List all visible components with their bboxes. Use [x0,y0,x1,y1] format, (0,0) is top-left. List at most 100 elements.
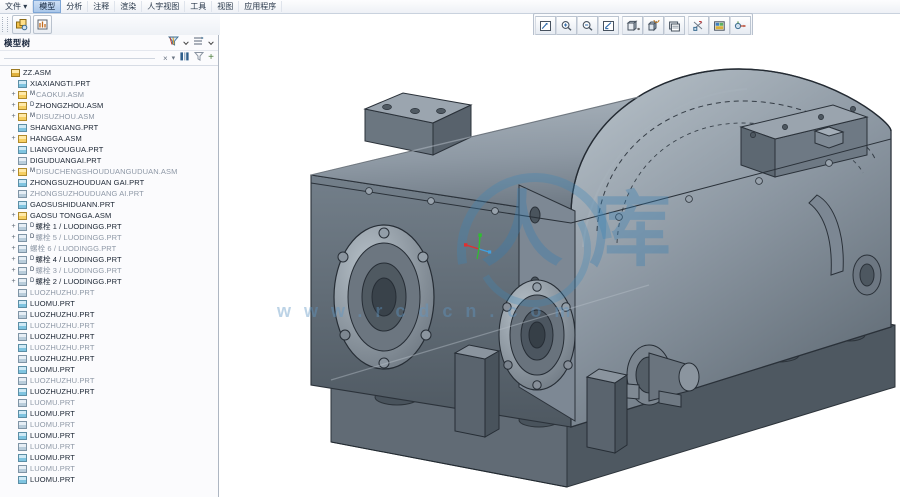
menu-item-file[interactable]: 文件 ▾ [0,1,34,12]
tree-item[interactable]: SHANGXIANG.PRT [0,122,218,133]
model-tree-title: 模型树 [4,37,31,48]
datum-display-icon[interactable] [688,16,709,35]
menu-item-model[interactable]: 模型 [33,0,62,13]
chevron-down-icon-settings[interactable] [208,37,214,49]
tree-filters-icon[interactable] [167,35,180,50]
tree-item-badge: D [30,278,35,284]
tree-item[interactable]: + D 螺栓 5 / LUODINGG.PRT [0,232,218,243]
expander-icon[interactable]: + [9,134,18,143]
tree-item[interactable]: + D ZHONGZHOU.ASM [0,100,218,111]
tree-item-label: LUOZHUZHU.PRT [30,386,95,396]
tree-item[interactable]: LUOMU.PRT [0,463,218,474]
tree-item[interactable]: LUOZHUZHU.PRT [0,375,218,386]
tree-item[interactable]: LUOZHUZHU.PRT [0,353,218,364]
graphics-window[interactable]: 人库 www.rcdcn.com [219,35,900,504]
chevron-down-icon[interactable]: ▾ [172,54,176,62]
expander-icon[interactable]: + [9,101,18,110]
part-icon [18,145,27,154]
tree-item[interactable]: LUOZHUZHU.PRT [0,309,218,320]
expander-icon[interactable]: + [9,233,18,242]
tree-item[interactable]: + 螺栓 6 / LUODINGG.PRT [0,243,218,254]
tree-item[interactable]: LUOZHUZHU.PRT [0,331,218,342]
chevron-down-icon-filters[interactable] [183,37,189,49]
menu-item-tools[interactable]: 工具 [185,1,213,12]
tree-item[interactable]: DIGUDUANGAI.PRT [0,155,218,166]
component-icon[interactable] [12,15,31,34]
toolbar-grip[interactable] [2,17,8,32]
funnel-icon[interactable] [194,51,205,65]
expander-icon[interactable]: + [9,112,18,121]
zoom-in-icon[interactable] [556,16,577,35]
expander-icon[interactable]: + [9,255,18,264]
menu-item-view[interactable]: 视图 [212,1,240,12]
expander-icon[interactable]: + [9,266,18,275]
zoom-out-icon[interactable] [577,16,598,35]
model-tree[interactable]: ZZ.ASM XIAXIANGTI.PRT + M CAOKUI.ASM + D ZHONGZ… [0,65,218,497]
add-icon[interactable]: + [208,53,214,63]
tree-item-label: LUOMU.PRT [30,419,75,429]
part-icon [18,354,27,363]
tree-item[interactable]: LUOMU.PRT [0,430,218,441]
part-icon [18,288,27,297]
tree-item[interactable]: + M DISUCHENGSHOUDUANGUDUAN.ASM [0,166,218,177]
tree-item[interactable]: + D 螺栓 4 / LUODINGG.PRT [0,254,218,265]
menu-item-render[interactable]: 渲染 [115,1,143,12]
part-icon [18,189,27,198]
repaint-icon[interactable] [598,16,619,35]
expander-icon[interactable]: + [9,167,18,176]
tree-settings-icon[interactable] [192,35,205,50]
dragger-icon[interactable] [730,16,751,35]
gearbox-3d-model[interactable] [219,35,900,504]
tree-item[interactable]: LUOZHUZHU.PRT [0,287,218,298]
tree-item[interactable]: LUOMU.PRT [0,441,218,452]
menu-item-analysis[interactable]: 分析 [61,1,89,12]
tree-item[interactable]: + D 螺栓 2 / LUODINGG.PRT [0,276,218,287]
part-icon [18,376,27,385]
tree-item-label: CAOKUI.ASM [36,89,85,99]
expander-icon[interactable]: + [9,222,18,231]
tree-item[interactable]: LUOMU.PRT [0,474,218,485]
menu-item-human-view[interactable]: 人字视图 [142,1,186,12]
tree-item-label: DIGUDUANGAI.PRT [30,155,102,165]
tree-item[interactable]: LUOMU.PRT [0,298,218,309]
tree-columns-icon[interactable] [179,51,190,65]
tree-item[interactable]: LUOMU.PRT [0,419,218,430]
assembly-icon [18,134,27,143]
expander-icon[interactable]: + [9,244,18,253]
tree-item[interactable]: ZZ.ASM [0,67,218,78]
tree-item[interactable]: ZHONGSUZHOUDUAN GAI.PRT [0,177,218,188]
tree-item[interactable]: + D 螺栓 1 / LUODINGG.PRT [0,221,218,232]
menu-item-applications[interactable]: 应用程序 [239,1,283,12]
tree-item[interactable]: LIANGYOUGUA.PRT [0,144,218,155]
close-icon[interactable]: × [163,54,168,63]
tree-item[interactable]: LUOZHUZHU.PRT [0,342,218,353]
tree-item[interactable]: + HANGGA.ASM [0,133,218,144]
tree-item[interactable]: LUOMU.PRT [0,364,218,375]
tree-item[interactable]: + GAOSU TONGGA.ASM [0,210,218,221]
tree-item[interactable]: XIAXIANGTI.PRT [0,78,218,89]
part-icon [18,156,27,165]
tree-item[interactable]: ZHONGSUZHOUDUANG AI.PRT [0,188,218,199]
saved-views-icon[interactable] [622,16,643,35]
display-style-icon[interactable] [664,16,685,35]
expander-icon[interactable]: + [9,90,18,99]
tree-item-label: 螺栓 6 / LUODINGG.PRT [30,243,117,253]
tree-item[interactable]: LUOZHUZHU.PRT [0,386,218,397]
view-manager-icon[interactable] [643,16,664,35]
tree-item[interactable]: LUOMU.PRT [0,397,218,408]
tree-item[interactable]: + M DISUZHOU.ASM [0,111,218,122]
tree-item[interactable]: LUOZHUZHU.PRT [0,320,218,331]
menu-item-annotate[interactable]: 注释 [88,1,116,12]
refit-icon[interactable] [535,16,556,35]
tree-item[interactable]: GAOSUSHIDUANN.PRT [0,199,218,210]
bearing-cover-medium [498,279,576,391]
tree-item-badge: D [30,102,35,108]
appearance-icon[interactable] [709,16,730,35]
tree-item[interactable]: LUOMU.PRT [0,452,218,463]
tree-item[interactable]: + D 螺栓 3 / LUODINGG.PRT [0,265,218,276]
expander-icon[interactable]: + [9,211,18,220]
expander-icon[interactable]: + [9,277,18,286]
tree-item[interactable]: LUOMU.PRT [0,408,218,419]
tree-item[interactable]: + M CAOKUI.ASM [0,89,218,100]
measure-icon[interactable] [33,15,52,34]
